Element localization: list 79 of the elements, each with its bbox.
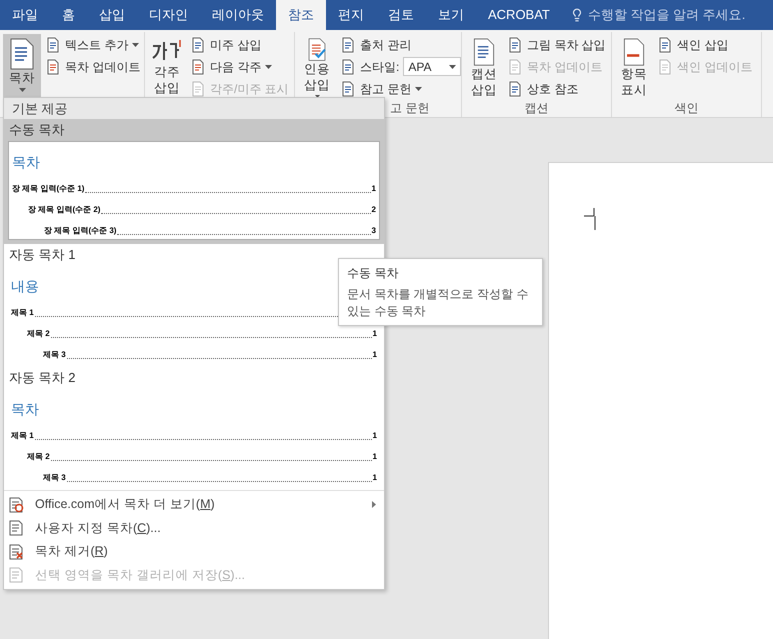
ribbon-large-button[interactable]: 목차 [3,34,41,98]
caret-icon [449,64,456,68]
document-icon [190,36,206,52]
ribbon-tab[interactable]: 보기 [426,0,476,30]
ribbon-large-button[interactable]: 항목 표시 [615,34,653,98]
toc-heading: 목차 [11,400,39,419]
toc-entry: 제목 1 [11,307,34,319]
document-icon [8,38,36,70]
ribbon-button[interactable]: 출처 관리 [340,34,462,55]
document-icon [507,80,523,96]
ribbon-tab[interactable]: 레이아웃 [200,0,276,30]
style-dropdown[interactable]: APA [403,57,462,76]
page-number: 1 [372,451,377,463]
text-cursor-icon [584,208,598,230]
menu-item[interactable]: Office.com에서 목차 더 보기(M) [4,493,384,516]
page-number: 1 [372,472,377,484]
document-icon [190,58,206,74]
tell-me-field[interactable]: 수행할 작업을 알려 주세요. [588,5,773,25]
document-icon [657,58,673,74]
toc-entry: 장 제목 입력(수준 3) [44,225,116,237]
toc-entry: 제목 3 [43,472,66,484]
delete-document-icon [8,544,24,560]
ribbon-tab[interactable]: 삽입 [87,0,137,30]
document-icon [45,58,61,74]
document-icon [657,36,673,52]
ribbon-button[interactable]: 목차 업데이트 [45,56,140,77]
caret-icon [18,88,26,92]
ribbon-large-button[interactable]: 인용 삽입 [298,34,336,98]
document-icon [507,36,523,52]
ribbon-tab[interactable]: 홈 [50,0,87,30]
document-icon [340,58,356,74]
style-label: 스타일: [360,58,400,76]
page-number: 1 [372,430,377,442]
page-number: 1 [372,349,377,361]
toc-entry: 장 제목 입력(수준 2) [28,204,100,216]
ribbon-button[interactable]: 참고 문헌 [340,78,462,99]
caret-icon [265,64,272,68]
ribbon-tab[interactable]: 편지 [326,0,376,30]
caret-icon [132,42,140,46]
ribbon-button[interactable]: 색인 삽입 [657,34,752,55]
document-icon [8,496,24,513]
menu-item[interactable]: 목차 제거(R) [4,540,384,564]
ribbon-large-button[interactable]: 캡션 삽입 [465,34,503,98]
ribbon-tab[interactable]: ACROBAT [476,0,562,30]
page-number: 2 [372,204,376,216]
caret-icon [415,86,422,90]
toc-heading: 목차 [12,153,40,172]
ribbon-button[interactable]: 그림 목차 삽입 [507,34,606,55]
submenu-arrow-icon [372,501,376,508]
document-icon [45,36,61,52]
toc-heading: 내용 [11,277,39,296]
ribbon-button[interactable]: 미주 삽입 [190,34,289,55]
document-icon [507,58,523,74]
toc-entry: 제목 2 [27,451,50,463]
page-number: 1 [372,183,376,195]
document-icon [340,36,356,52]
document-icon [8,520,24,536]
gallery-item[interactable]: 자동 목차 2 목차 제목 1 1 제목 2 1 제목 3 1 [4,367,384,490]
ribbon-tab[interactable]: 참조 [276,0,326,30]
toc-entry: 장 제목 입력(수준 1) [12,183,84,195]
ribbon-tab[interactable]: 디자인 [137,0,200,30]
toc-entry: 제목 1 [11,430,34,442]
group-label: 색인 [674,100,698,116]
menu-item[interactable]: 사용자 지정 목차(C)... [4,516,384,540]
ribbon-button[interactable]: 텍스트 추가 [45,34,140,55]
group-label: 캡션 [524,100,548,117]
ribbon-tab[interactable]: 검토 [376,0,426,30]
ribbon-large-button[interactable]: 각주 삽입 [148,34,186,98]
document-icon [8,567,24,584]
toc-entry: 제목 2 [27,328,50,340]
page-number: 3 [372,225,376,237]
page-number: 1 [372,328,377,340]
toc-entry: 제목 3 [43,349,66,361]
group-label: 고 문헌 [390,100,430,117]
ribbon-button[interactable]: 다음 각주 [190,56,289,77]
gallery-item[interactable]: 수동 목차 목차 장 제목 입력(수준 1) 1 장 제목 입력(수준 2) 2 장 제목 입력(수준 3) 3 [4,119,384,244]
ribbon-tab[interactable]: 파일 [0,0,50,30]
ribbon-button[interactable]: 상호 참조 [507,78,606,99]
gallery-header: 기본 제공 [4,98,384,119]
